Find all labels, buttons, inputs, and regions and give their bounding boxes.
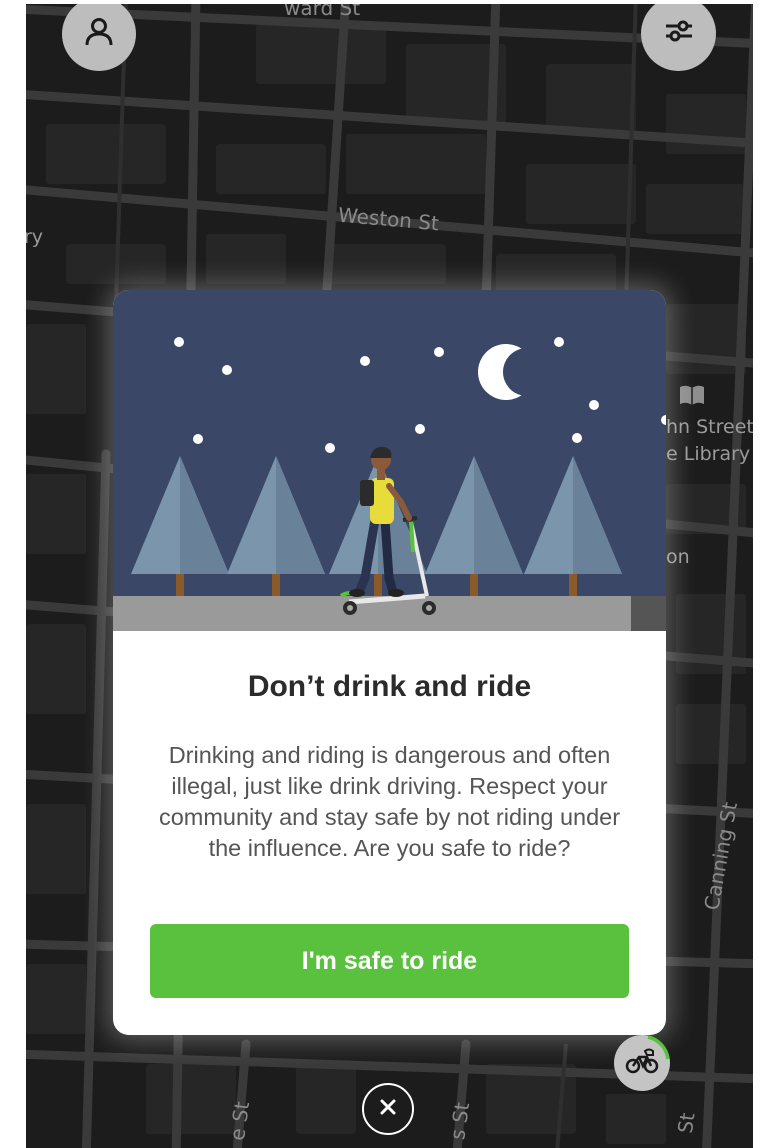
close-icon [379, 1098, 397, 1121]
safe-to-ride-button[interactable]: I'm safe to ride [150, 924, 629, 998]
close-button[interactable] [362, 1083, 414, 1135]
modal-title: Don’t drink and ride [247, 670, 532, 703]
poi-label-ry: ry [26, 226, 44, 248]
street-label-ward: ward St [284, 4, 361, 20]
poi-label-library: e Library [666, 443, 751, 465]
safety-modal: Don’t drink and ride Drinking and riding… [113, 290, 666, 1035]
vehicle-button[interactable] [614, 1035, 670, 1091]
poi-label-on: on [666, 546, 690, 568]
street-label-s: s St [445, 1100, 475, 1142]
night-ride-illustration [113, 290, 666, 631]
street-label-st: St [672, 1111, 700, 1135]
poi-label-street: hn Street [666, 416, 753, 438]
sliders-icon [664, 19, 694, 48]
modal-body-text: Drinking and riding is dangerous and oft… [158, 742, 621, 861]
library-icon [678, 384, 706, 411]
map-screen: ward St Weston St Canning St e St s St S… [26, 4, 753, 1148]
person-icon [84, 17, 114, 52]
